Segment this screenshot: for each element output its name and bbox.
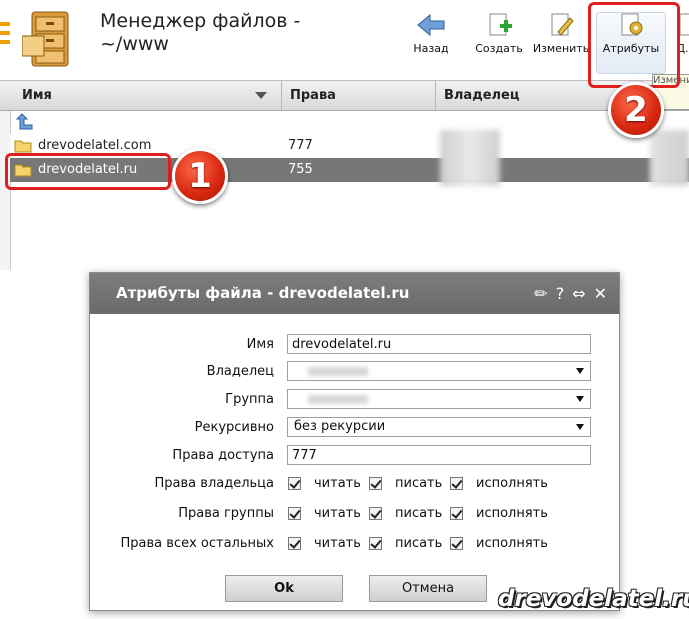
label-access: Права доступа — [172, 448, 274, 463]
menu-icon[interactable] — [0, 22, 10, 48]
dialog-titlebar[interactable]: Атрибуты файла - drevodelatel.ru ✏? ⇔ ✕ — [90, 273, 619, 314]
group-write-label: писать — [395, 506, 443, 521]
owner-value-blurred — [308, 367, 368, 376]
group-execute-checkbox[interactable] — [450, 507, 463, 520]
owner-execute-checkbox[interactable] — [450, 477, 463, 490]
other-execute-checkbox[interactable] — [450, 537, 463, 550]
other-write-checkbox[interactable] — [369, 537, 382, 550]
recursive-value: без рекурсии — [294, 419, 386, 434]
group-select[interactable] — [287, 389, 591, 409]
label-group: Группа — [225, 392, 274, 407]
up-folder-icon — [16, 113, 33, 130]
owner-blurred — [440, 130, 500, 186]
owner-read-label: читать — [314, 476, 361, 491]
step-badge-1: 1 — [172, 148, 228, 204]
label-other-rights: Права всех остальных — [120, 536, 274, 551]
owner-write-label: писать — [395, 476, 443, 491]
maximize-icon[interactable]: ⇔ — [572, 273, 585, 314]
name-input[interactable] — [287, 334, 591, 354]
cancel-button[interactable]: Отмена — [369, 575, 487, 602]
close-icon[interactable]: ✕ — [594, 273, 607, 314]
file-name: drevodelatel.com — [38, 138, 152, 153]
owner-write-checkbox[interactable] — [369, 477, 382, 490]
window-title-line1: Менеджер файлов - — [100, 10, 301, 32]
back-arrow-icon — [417, 13, 445, 37]
pin-icon[interactable]: ✏ — [534, 273, 547, 314]
help-icon[interactable]: ? — [556, 273, 565, 314]
file-cabinet-icon — [22, 11, 69, 67]
edit-pencil-icon — [551, 13, 574, 36]
other-read-label: читать — [314, 536, 361, 551]
chevron-down-icon — [576, 424, 584, 430]
chevron-down-icon — [576, 368, 584, 374]
window-title: Менеджер файлов - ~/www — [100, 10, 310, 56]
owner-select[interactable] — [287, 361, 591, 381]
label-name: Имя — [246, 337, 274, 352]
column-header-permissions[interactable]: Права — [282, 81, 436, 110]
attributes-dialog: Атрибуты файла - drevodelatel.ru ✏? ⇔ ✕ Им… — [89, 272, 620, 611]
label-owner: Владелец — [206, 364, 274, 379]
label-owner-rights: Права владельца — [154, 476, 274, 491]
back-button[interactable]: Назад — [408, 8, 454, 68]
file-manager-toolbar: Менеджер файлов - ~/www Назад Создать Из… — [0, 0, 689, 78]
dialog-body: Имя Владелец Группа Рекурсивно без рекур… — [90, 314, 619, 610]
parent-dir-row[interactable] — [10, 110, 689, 134]
highlight-frame-attributes — [588, 2, 680, 88]
chevron-down-icon — [576, 396, 584, 402]
group-execute-label: исполнять — [476, 506, 548, 521]
window-title-line2: ~/www — [100, 33, 169, 55]
folder-icon — [14, 140, 32, 152]
column-header-name-label: Имя — [22, 88, 52, 103]
file-perm-cell: 777 — [288, 138, 313, 153]
site-watermark: drevodelatel.ru — [498, 586, 689, 612]
group-read-checkbox[interactable] — [288, 507, 301, 520]
recursive-select[interactable]: без рекурсии — [287, 417, 591, 437]
create-button[interactable]: Создать — [470, 8, 528, 68]
owner-read-checkbox[interactable] — [288, 477, 301, 490]
label-group-rights: Права группы — [178, 506, 274, 521]
file-perm-cell: 755 — [288, 162, 313, 177]
ok-button[interactable]: Ok — [225, 575, 343, 602]
dialog-tools: ✏? ⇔ ✕ — [526, 273, 607, 314]
group-blurred — [650, 130, 689, 186]
sort-down-icon[interactable] — [255, 92, 267, 99]
owner-execute-label: исполнять — [476, 476, 548, 491]
column-header-name[interactable]: Имя — [14, 81, 282, 110]
group-value-blurred — [308, 395, 368, 404]
highlight-frame-file — [5, 153, 171, 190]
dialog-title: Атрибуты файла - drevodelatel.ru — [116, 284, 410, 302]
back-button-label: Назад — [413, 42, 449, 55]
step-badge-2: 2 — [608, 82, 664, 138]
edit-button-label: Изменить — [532, 42, 590, 55]
label-recursive: Рекурсивно — [194, 420, 274, 435]
edit-button[interactable]: Изменить — [532, 8, 590, 68]
new-file-icon — [489, 13, 512, 36]
group-write-checkbox[interactable] — [369, 507, 382, 520]
other-execute-label: исполнять — [476, 536, 548, 551]
other-read-checkbox[interactable] — [288, 537, 301, 550]
create-button-label: Создать — [475, 42, 523, 55]
access-rights-input[interactable] — [287, 445, 591, 465]
other-write-label: писать — [395, 536, 443, 551]
file-list-header: Имя Права Владелец — [0, 80, 689, 111]
group-read-label: читать — [314, 506, 361, 521]
